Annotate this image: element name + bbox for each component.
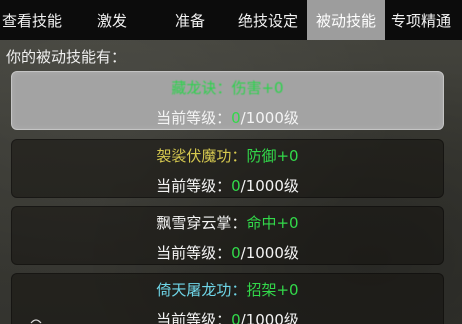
tab-ultimate-settings[interactable]: 绝技设定 [229,0,307,40]
level-value: 0 [231,244,241,262]
level-max: /1000级 [240,177,299,195]
skill-card[interactable]: 飘雪穿云掌：命中+0 当前等级：0/1000级 [11,206,444,265]
skill-card[interactable]: 袈裟伏魔功：防御+0 当前等级：0/1000级 [11,139,444,198]
skill-separator: ： [231,147,247,165]
level-value: 0 [231,311,241,324]
skill-title-line: 藏龙诀：伤害+0 [12,77,443,98]
skill-stat: 命中+0 [246,214,299,232]
tab-specialization[interactable]: 专项精通 [385,0,462,40]
tab-prepare[interactable]: 准备 [151,0,229,40]
level-max: /1000级 [240,109,299,127]
skill-name: 倚天屠龙功 [156,281,232,299]
level-label: 当前等级： [156,177,232,195]
level-label: 当前等级： [156,244,232,262]
skill-stat: 伤害+0 [231,79,284,97]
level-label: 当前等级： [156,311,232,324]
skill-title-line: 飘雪穿云掌：命中+0 [12,212,443,233]
skill-stat: 招架+0 [246,281,299,299]
tab-activate[interactable]: 激发 [73,0,151,40]
level-label: 当前等级： [156,109,232,127]
skill-card[interactable]: 倚天屠龙功：招架+0 当前等级：0/1000级 [11,273,444,324]
skill-name: 藏龙诀 [171,79,217,97]
tab-bar: 查看技能 激发 准备 绝技设定 被动技能 专项精通 [0,0,462,40]
skill-title-line: 倚天屠龙功：招架+0 [12,279,443,300]
section-title: 你的被动技能有： [6,48,127,66]
skill-name: 飘雪穿云掌 [156,214,232,232]
skill-level-line: 当前等级：0/1000级 [12,242,443,263]
level-max: /1000级 [240,244,299,262]
level-max: /1000级 [240,311,299,324]
skill-card[interactable]: 藏龙诀：伤害+0 当前等级：0/1000级 [11,71,444,130]
swirl-ornament-icon [30,319,42,324]
skill-separator: ： [216,79,232,97]
skill-level-line: 当前等级：0/1000级 [12,309,443,324]
level-value: 0 [231,109,241,127]
skill-level-line: 当前等级：0/1000级 [12,175,443,196]
skill-separator: ： [231,214,247,232]
tab-view-skills[interactable]: 查看技能 [0,0,73,40]
tab-passive-skills[interactable]: 被动技能 [307,0,385,40]
level-value: 0 [231,177,241,195]
skill-stat: 防御+0 [246,147,299,165]
skill-name: 袈裟伏魔功 [156,147,232,165]
skill-separator: ： [231,281,247,299]
skill-level-line: 当前等级：0/1000级 [12,107,443,128]
skill-title-line: 袈裟伏魔功：防御+0 [12,145,443,166]
